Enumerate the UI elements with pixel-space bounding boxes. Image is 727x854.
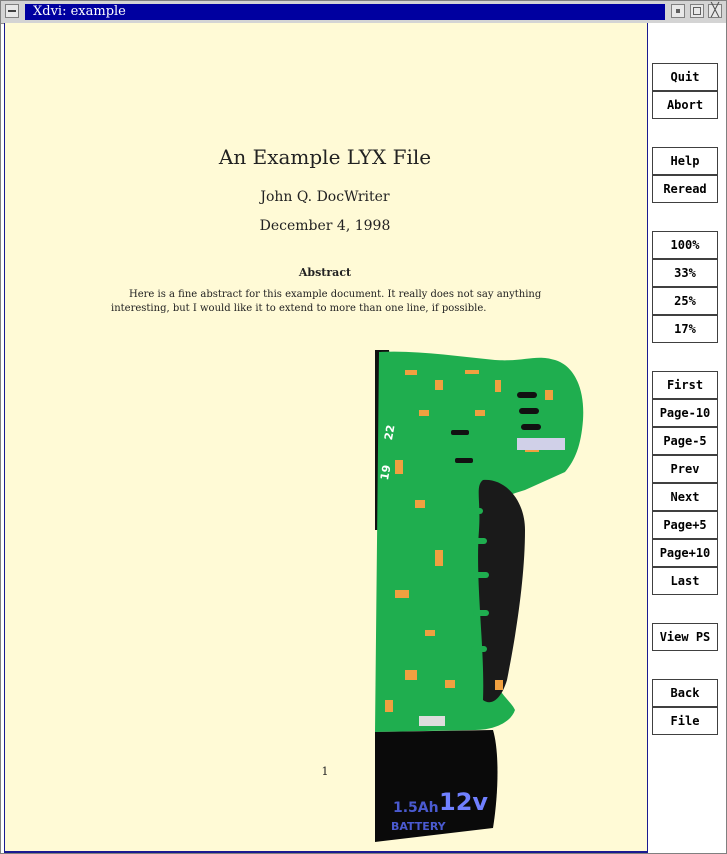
first-page-button[interactable]: First xyxy=(652,371,718,399)
dvi-page: An Example LYX File John Q. DocWriter De… xyxy=(5,23,647,851)
document-author: John Q. DocWriter xyxy=(260,189,390,205)
dial-number-1: 22 xyxy=(382,424,397,441)
title-bar-active-region[interactable]: Xdvi: example xyxy=(25,4,665,20)
page-plus-5-button[interactable]: Page+5 xyxy=(652,511,718,539)
zoom-100-button[interactable]: 100% xyxy=(652,231,718,259)
page-minus-5-button[interactable]: Page-5 xyxy=(652,427,718,455)
help-button[interactable]: Help xyxy=(652,147,718,175)
zoom-33-button[interactable]: 33% xyxy=(652,259,718,287)
window-title: Xdvi: example xyxy=(33,4,126,19)
drill-handle-grip xyxy=(478,479,525,703)
file-button[interactable]: File xyxy=(652,707,718,735)
zoom-25-button[interactable]: 25% xyxy=(652,287,718,315)
drill-switch xyxy=(419,716,445,726)
abstract-text: Here is a fine abstract for this example… xyxy=(111,289,542,314)
document-title: An Example LYX File xyxy=(218,145,432,169)
next-page-button[interactable]: Next xyxy=(652,483,718,511)
prev-page-button[interactable]: Prev xyxy=(652,455,718,483)
abstract-heading: Abstract xyxy=(298,266,352,279)
button-panel: Quit Abort Help Reread 100% 33% 25% 17% … xyxy=(648,23,726,853)
battery-label: BATTERY xyxy=(391,820,447,833)
reread-button[interactable]: Reread xyxy=(652,175,718,203)
document-date: December 4, 1998 xyxy=(259,218,391,234)
title-bar[interactable]: Xdvi: example ╳ xyxy=(1,1,726,24)
page-plus-10-button[interactable]: Page+10 xyxy=(652,539,718,567)
view-ps-button[interactable]: View PS xyxy=(652,623,718,651)
document-view[interactable]: An Example LYX File John Q. DocWriter De… xyxy=(4,23,649,853)
dial-number-2: 19 xyxy=(378,464,393,481)
page-minus-10-button[interactable]: Page-10 xyxy=(652,399,718,427)
last-page-button[interactable]: Last xyxy=(652,567,718,595)
zoom-17-button[interactable]: 17% xyxy=(652,315,718,343)
page-number: 1 xyxy=(321,765,329,778)
xdvi-window: Xdvi: example ╳ An Example LYX File John… xyxy=(0,0,727,854)
maximize-icon[interactable] xyxy=(690,4,704,18)
battery-capacity-label: 1.5Ah xyxy=(393,800,439,816)
close-icon[interactable]: ╳ xyxy=(708,4,722,18)
minimize-icon[interactable] xyxy=(671,4,685,18)
abort-button[interactable]: Abort xyxy=(652,91,718,119)
drill-badge xyxy=(517,438,565,450)
window-menu-icon[interactable] xyxy=(5,4,19,18)
quit-button[interactable]: Quit xyxy=(652,63,718,91)
battery-voltage-label: 12v xyxy=(439,788,488,816)
back-button[interactable]: Back xyxy=(652,679,718,707)
